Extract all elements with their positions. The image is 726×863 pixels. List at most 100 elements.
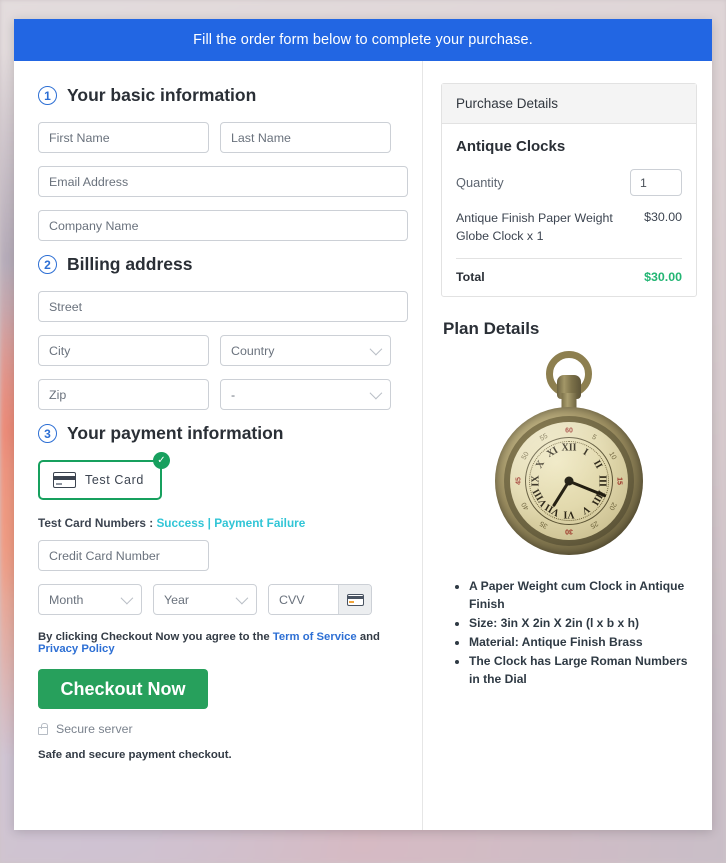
terms-prefix: By clicking Checkout Now you agree to th… [38,631,273,643]
test-card-option-wrap: Test Card ✓ [38,452,170,500]
city-input[interactable]: City [38,335,209,366]
state-select[interactable]: - [220,379,391,410]
chevron-down-icon [369,386,383,400]
privacy-policy-link[interactable]: Privacy Policy [38,643,115,655]
link-separator: | [204,516,215,530]
step-billing-address: 2 Billing address [38,254,408,275]
success-link[interactable]: Success [156,516,204,530]
plan-bullet-item: Size: 3in X 2in X 2in (l x b x h) [469,615,697,633]
purchase-details-title: Purchase Details [442,84,696,124]
step-basic-information: 1 Your basic information [38,85,408,106]
quantity-row: Quantity 1 [456,169,682,196]
step-2-title: Billing address [67,254,193,274]
product-name: Antique Clocks [456,138,566,155]
company-input[interactable]: Company Name [38,210,408,241]
watch-dial: XII I II III IIII V VI VII VIII IX X XI 60 5 10 15 20 25… [510,422,628,541]
city-country-row: City Country [38,335,408,366]
minute-mark: 5 [590,433,598,442]
plan-bullet-item: A Paper Weight cum Clock in Antique Fini… [469,578,697,614]
country-select-value: Country [231,343,275,358]
check-icon: ✓ [152,452,170,469]
month-select-value: Month [49,592,84,607]
test-card-option[interactable]: Test Card [38,460,162,500]
card-number-row: Credit Card Number [38,540,408,571]
minute-mark: 60 [565,427,573,435]
line-item-row: Antique Finish Paper Weight Globe Clock … [456,210,682,258]
minute-mark: 20 [607,501,618,512]
purchase-details-body: Antique Clocks Quantity 1 Antique Finish… [442,124,696,296]
test-card-label: Test Card [85,473,144,487]
email-row: Email Address [38,166,408,197]
form-column: 1 Your basic information First Name Last… [14,61,423,830]
secure-server-label: Secure server [56,722,133,736]
plan-details-title: Plan Details [443,319,540,339]
year-select-value: Year [164,592,190,607]
plan-bullet-list: A Paper Weight cum Clock in Antique Fini… [469,578,697,688]
hand-hub [564,476,574,486]
step-1-title: Your basic information [67,85,257,105]
email-input[interactable]: Email Address [38,166,408,197]
minute-mark: 10 [607,451,618,462]
plan-bullet-item: The Clock has Large Roman Numbers in the… [469,653,697,689]
minute-mark: 30 [565,527,573,535]
street-input[interactable]: Street [38,291,408,322]
last-name-input[interactable]: Last Name [220,122,391,153]
antique-pocket-watch-image: XII I II III IIII V VI VII VIII IX X XI 60 5 10 15 20 25… [494,349,644,564]
quantity-label: Quantity [456,175,504,190]
minute-mark: 40 [520,501,531,512]
roman-numeral: XII [561,442,577,454]
roman-numeral: VI [563,508,575,520]
country-select[interactable]: Country [220,335,391,366]
total-value: $30.00 [644,270,682,285]
secure-server-row: Secure server [38,722,408,736]
checkout-button[interactable]: Checkout Now [38,669,208,709]
step-payment-information: 3 Your payment information [38,423,408,444]
chevron-down-icon [120,591,134,605]
test-card-numbers-prefix: Test Card Numbers : [38,516,157,530]
roman-numeral: III [596,475,608,488]
zip-input[interactable]: Zip [38,379,209,410]
lock-icon [38,722,48,735]
company-row: Company Name [38,210,408,241]
expiry-cvv-row: Month Year CVV [38,584,408,615]
quantity-input[interactable]: 1 [630,169,682,196]
credit-card-icon [53,472,76,488]
step-1-number: 1 [38,86,57,105]
terms-notice: By clicking Checkout Now you agree to th… [38,631,408,655]
body-columns: 1 Your basic information First Name Last… [14,61,712,830]
roman-numeral: IX [530,475,542,487]
year-select[interactable]: Year [153,584,257,615]
month-select[interactable]: Month [38,584,142,615]
line-item-description: Antique Finish Paper Weight Globe Clock … [456,211,613,243]
first-name-input[interactable]: First Name [38,122,209,153]
term-of-service-link[interactable]: Term of Service [273,631,357,643]
step-3-title: Your payment information [67,423,284,443]
cvv-group: CVV [268,584,372,615]
credit-card-number-input[interactable]: Credit Card Number [38,540,209,571]
chevron-down-icon [369,342,383,356]
chevron-down-icon [235,591,249,605]
purchase-details-panel: Purchase Details Antique Clocks Quantity… [441,83,697,298]
minute-mark: 45 [515,477,523,486]
cvv-input[interactable]: CVV [269,585,338,614]
total-label: Total [456,270,485,285]
terms-conjunction: and [356,631,380,643]
street-row: Street [38,291,408,322]
safe-payment-note: Safe and secure payment checkout. [38,749,232,761]
step-2-number: 2 [38,255,57,274]
state-select-value: - [231,387,236,402]
minute-mark: 25 [588,519,600,530]
summary-column: Purchase Details Antique Clocks Quantity… [423,61,711,830]
name-row: First Name Last Name [38,122,408,153]
credit-card-icon [346,593,364,606]
zip-state-row: Zip - [38,379,408,410]
cvv-card-icon-button[interactable] [338,585,371,614]
test-card-numbers: Test Card Numbers : Success | Payment Fa… [38,516,408,530]
step-3-number: 3 [38,424,57,443]
product-image: XII I II III IIII V VI VII VIII IX X XI 60 5 10 15 20 25… [441,349,697,564]
line-item-price: $30.00 [644,210,682,224]
payment-failure-link[interactable]: Payment Failure [214,516,305,530]
checkout-card: Fill the order form below to complete yo… [14,19,712,830]
minute-mark: 35 [538,519,550,530]
minute-mark: 15 [615,477,623,486]
